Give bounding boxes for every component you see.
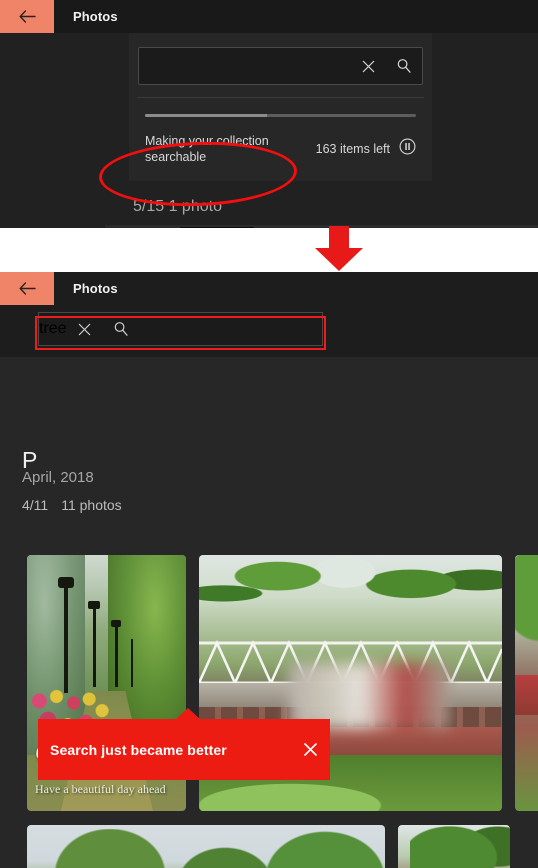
photo-lamp-head bbox=[88, 601, 100, 609]
pause-icon bbox=[399, 138, 416, 155]
callout-close-button[interactable] bbox=[290, 741, 330, 758]
photo-lamp-post bbox=[93, 607, 96, 687]
photo-overlay-subtitle: Have a beautiful day ahead bbox=[35, 782, 166, 796]
window-top-body: 5/15 1 photo Making your collection sear… bbox=[0, 33, 538, 228]
clear-search-button[interactable] bbox=[67, 311, 103, 347]
tooltip-callout: Search just became better bbox=[38, 708, 330, 780]
close-icon bbox=[303, 742, 317, 757]
photo-grid: Good Morning Have a beautiful day ahead bbox=[0, 555, 538, 868]
photo-grid-row bbox=[0, 825, 538, 868]
indexing-right-group: 163 items left bbox=[316, 138, 416, 160]
indexing-status-row: Making your collection searchable 163 it… bbox=[145, 133, 416, 165]
callout-pointer bbox=[176, 708, 200, 719]
titlebar-bottom: Photos bbox=[0, 272, 538, 305]
behind-date-label: 5/15 1 photo bbox=[133, 198, 222, 215]
search-submit-button[interactable] bbox=[386, 48, 422, 84]
search-submit-button[interactable] bbox=[103, 311, 139, 347]
search-flyout: Making your collection searchable 163 it… bbox=[129, 33, 432, 181]
photo-count-label: 11 photos bbox=[61, 497, 122, 513]
back-arrow-icon bbox=[19, 282, 36, 295]
search-input[interactable] bbox=[138, 47, 423, 85]
items-left-label: 163 items left bbox=[315, 142, 390, 156]
down-arrow-icon bbox=[315, 226, 363, 271]
search-input-value: tree bbox=[39, 320, 67, 337]
indexing-progress-bar bbox=[145, 114, 416, 117]
indexing-status-text: Making your collection searchable bbox=[145, 134, 269, 164]
titlebar-top: Photos bbox=[0, 0, 538, 33]
photo-tree bbox=[177, 847, 273, 868]
search-input[interactable]: tree bbox=[38, 312, 323, 346]
photos-content: P April, 2018 4/11 11 photos Have a beau… bbox=[0, 357, 538, 868]
photo-tile[interactable] bbox=[398, 825, 510, 868]
indexing-panel: Making your collection searchable 163 it… bbox=[129, 98, 432, 181]
pause-indexing-button[interactable] bbox=[399, 138, 416, 160]
photo-tile[interactable] bbox=[515, 555, 538, 811]
search-row-bottom: tree bbox=[0, 305, 538, 357]
down-arrow-annotation bbox=[309, 226, 369, 277]
month-label: April, 2018 bbox=[22, 469, 94, 486]
search-row-top bbox=[129, 33, 432, 97]
photo-canopy bbox=[515, 555, 538, 665]
indexing-progress-fill bbox=[145, 114, 267, 117]
photo-tile[interactable] bbox=[27, 825, 385, 868]
photo-tree bbox=[55, 829, 165, 868]
search-icon bbox=[397, 59, 411, 73]
photo-structure bbox=[515, 675, 538, 715]
photo-lamp-post bbox=[131, 639, 133, 687]
close-icon bbox=[78, 323, 91, 335]
photo-lamp-post bbox=[115, 625, 118, 687]
photo-lamp-head bbox=[111, 620, 121, 627]
photo-lamp-head bbox=[58, 577, 74, 588]
transition-gap bbox=[0, 228, 538, 272]
app-title: Photos bbox=[73, 281, 118, 296]
back-button[interactable] bbox=[0, 272, 54, 305]
back-arrow-icon bbox=[19, 10, 36, 23]
date-row: 4/11 11 photos bbox=[22, 497, 122, 513]
photos-window-top: Photos 5/15 1 photo Making your collecti… bbox=[0, 0, 538, 228]
photo-lamp-post bbox=[64, 585, 68, 693]
photos-window-bottom: Photos tree P April, 2018 4/11 11 photos bbox=[0, 272, 538, 868]
clear-search-button[interactable] bbox=[350, 48, 386, 84]
app-title: Photos bbox=[73, 9, 118, 24]
search-icon bbox=[114, 322, 128, 336]
photo-tree bbox=[265, 831, 385, 868]
close-icon bbox=[362, 60, 374, 72]
back-button[interactable] bbox=[0, 0, 54, 33]
callout-text: Search just became better bbox=[50, 741, 227, 758]
photo-canopy bbox=[410, 825, 510, 868]
date-label: 4/11 bbox=[22, 497, 49, 513]
